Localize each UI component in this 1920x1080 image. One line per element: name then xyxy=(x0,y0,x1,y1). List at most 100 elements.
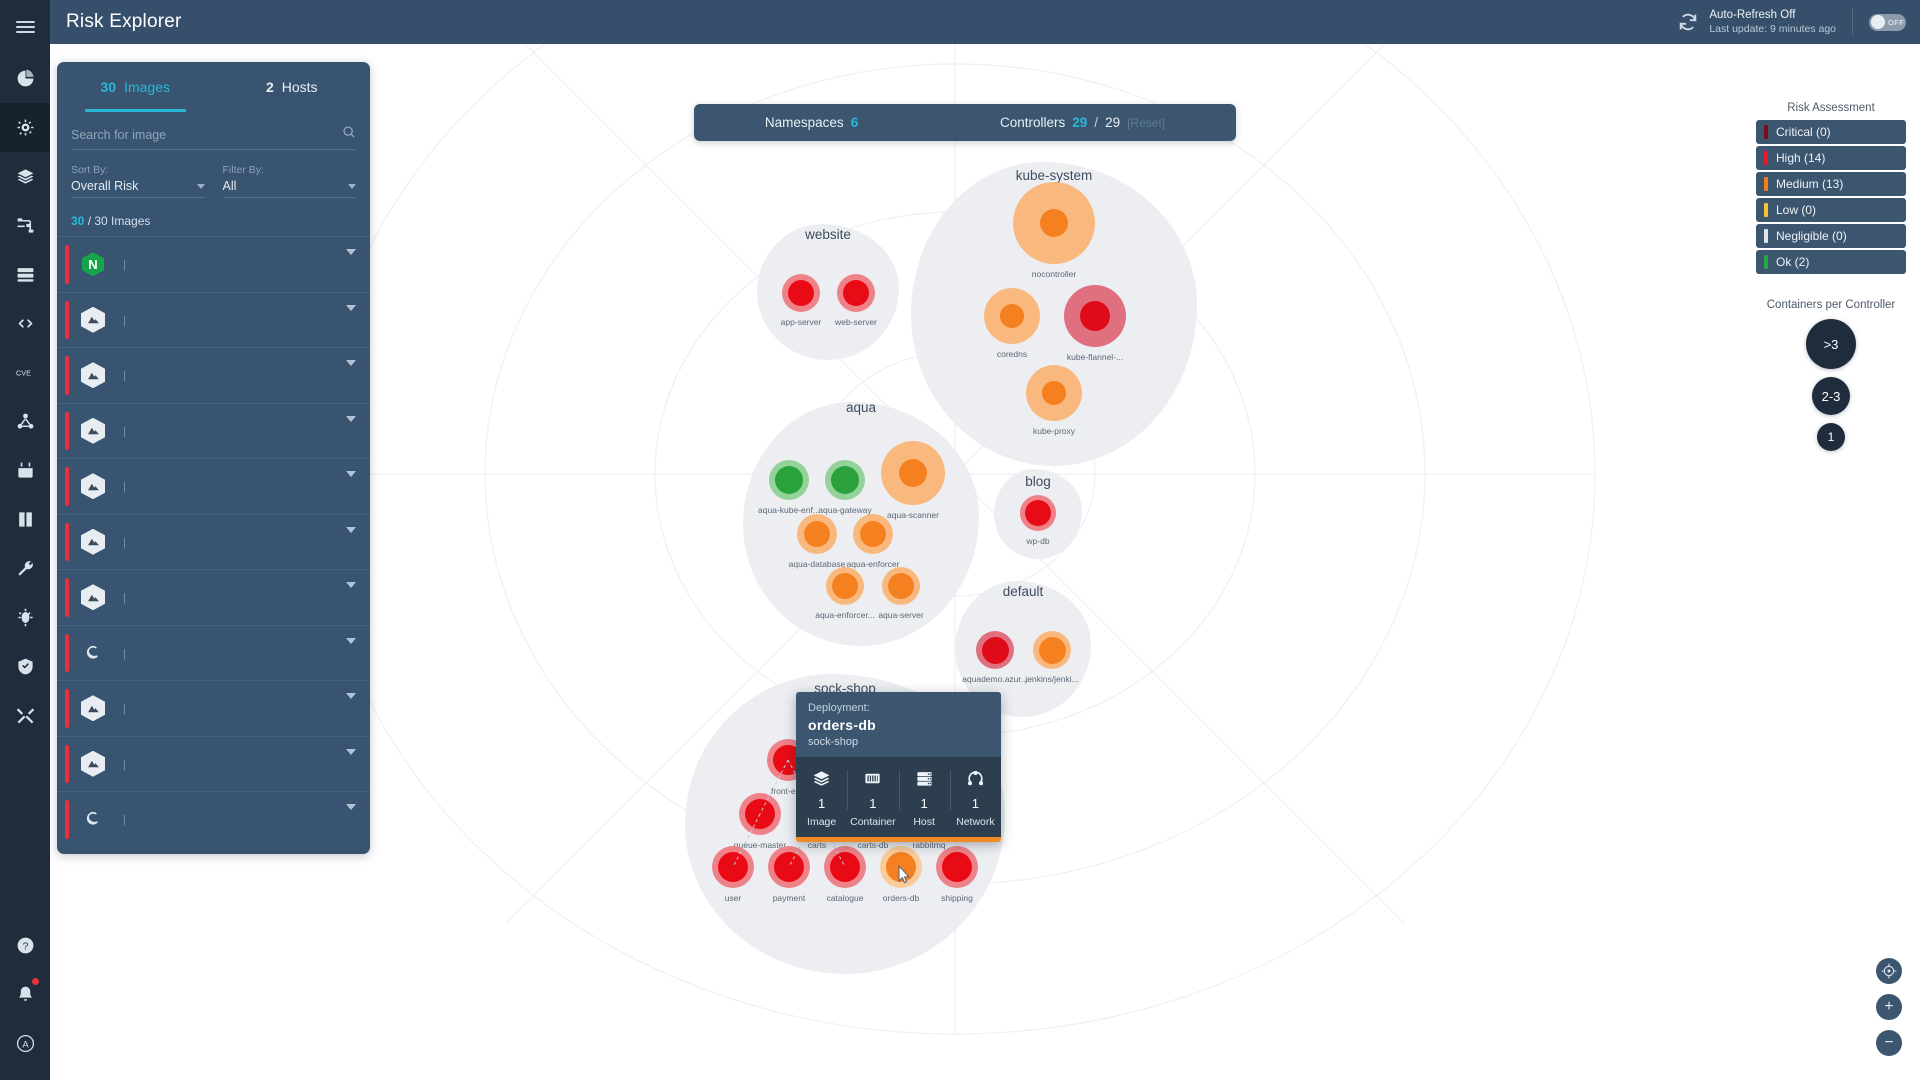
controller-node[interactable] xyxy=(826,567,864,605)
bacteria-icon[interactable] xyxy=(0,593,50,642)
tab-images[interactable]: 30 Images xyxy=(57,62,214,112)
shield-icon[interactable] xyxy=(0,642,50,691)
controller-node[interactable] xyxy=(825,460,865,500)
calendar-icon[interactable] xyxy=(0,446,50,495)
image-list-item[interactable]: | xyxy=(57,791,370,847)
controller-node-label: nocontroller xyxy=(1031,269,1077,279)
node-outer-ring xyxy=(769,460,809,500)
chevron-down-icon xyxy=(346,693,356,717)
search-icon[interactable] xyxy=(342,125,356,144)
search-input[interactable] xyxy=(71,127,342,142)
expand-row-button[interactable] xyxy=(346,415,356,440)
controller-node[interactable] xyxy=(881,441,945,505)
node-outer-ring xyxy=(1026,365,1082,421)
help-circle-icon[interactable]: ? xyxy=(0,921,50,970)
image-list-item[interactable]: | xyxy=(57,569,370,625)
pie-chart-icon[interactable] xyxy=(0,54,50,103)
image-meta: | xyxy=(117,814,132,826)
expand-row-button[interactable] xyxy=(346,360,356,384)
controller-node[interactable] xyxy=(882,567,920,605)
wrench-icon[interactable] xyxy=(0,544,50,593)
node-core xyxy=(1040,209,1068,237)
bucket-more-than-3[interactable]: >3 xyxy=(1806,319,1856,369)
filter-by-select[interactable]: All xyxy=(222,179,356,198)
network-nodes-icon[interactable] xyxy=(0,397,50,446)
reset-link[interactable]: [Reset] xyxy=(1127,116,1165,130)
image-list-item[interactable]: | xyxy=(57,680,370,736)
zoom-in-button[interactable]: + xyxy=(1876,994,1902,1020)
expand-row-button[interactable] xyxy=(346,748,356,773)
image-type-icon xyxy=(79,528,107,556)
risk-row-low[interactable]: Low (0) xyxy=(1756,198,1906,222)
expand-row-button[interactable] xyxy=(346,526,356,551)
risk-row-medium[interactable]: Medium (13) xyxy=(1756,172,1906,196)
hamburger-menu-icon[interactable] xyxy=(0,0,50,54)
image-meta: | xyxy=(117,370,132,382)
controller-node[interactable] xyxy=(769,460,809,500)
expand-row-button[interactable] xyxy=(346,804,356,828)
controller-node[interactable] xyxy=(976,631,1014,669)
image-list-item[interactable]: | xyxy=(57,624,370,681)
tooltip-accent-bar xyxy=(796,837,1001,842)
controller-node[interactable] xyxy=(1013,182,1095,264)
image-list-item[interactable]: | xyxy=(57,402,370,459)
server-icon[interactable] xyxy=(0,250,50,299)
sort-by-select[interactable]: Overall Risk xyxy=(71,179,205,198)
namespace-label: default xyxy=(1002,584,1044,599)
bucket-2-to-3[interactable]: 2-3 xyxy=(1812,377,1850,415)
expand-row-button[interactable] xyxy=(346,249,356,273)
expand-row-button[interactable] xyxy=(346,582,356,606)
zoom-out-button[interactable]: − xyxy=(1876,1030,1902,1056)
containers-per-controller-legend: Containers per Controller >3 2-3 1 xyxy=(1756,299,1906,459)
risk-row-high[interactable]: High (14) xyxy=(1756,146,1906,170)
image-list-item[interactable]: | xyxy=(57,458,370,514)
search-row xyxy=(71,120,356,150)
controller-node[interactable] xyxy=(782,274,820,312)
svg-text:?: ? xyxy=(22,941,28,952)
image-list-item[interactable]: | xyxy=(57,291,370,348)
image-list-item[interactable]: | xyxy=(57,735,370,792)
controller-node[interactable] xyxy=(1064,285,1126,347)
controller-node[interactable] xyxy=(984,288,1040,344)
image-list-item[interactable]: | xyxy=(57,513,370,570)
controller-node[interactable] xyxy=(853,514,893,554)
controller-node[interactable] xyxy=(797,514,837,554)
debian-icon xyxy=(80,806,106,832)
recenter-target-icon[interactable] xyxy=(1876,958,1902,984)
alert-bell-icon[interactable] xyxy=(0,970,50,1019)
risk-row-label: High (14) xyxy=(1776,151,1826,165)
image-list-item[interactable]: N | xyxy=(57,236,370,292)
layers-icon[interactable] xyxy=(0,152,50,201)
auto-refresh-toggle[interactable]: OFF xyxy=(1869,13,1906,31)
image-list-item[interactable]: | xyxy=(57,347,370,403)
controllers-label: Controllers xyxy=(999,115,1066,130)
tab-hosts[interactable]: 2 Hosts xyxy=(214,62,371,112)
bucket-1[interactable]: 1 xyxy=(1817,423,1845,451)
expand-row-button[interactable] xyxy=(346,304,356,329)
refresh-icon[interactable] xyxy=(1677,11,1699,33)
risk-row-ok[interactable]: Ok (2) xyxy=(1756,250,1906,274)
workflow-icon[interactable] xyxy=(0,201,50,250)
left-icon-rail: CVE ? A xyxy=(0,0,50,1080)
namespaces-filter[interactable]: Namespaces 6 xyxy=(765,115,858,130)
controller-node[interactable] xyxy=(1020,495,1056,531)
tools-icon[interactable] xyxy=(0,691,50,740)
namespace-blob[interactable] xyxy=(757,224,899,360)
expand-row-button[interactable] xyxy=(346,471,356,495)
book-icon[interactable] xyxy=(0,495,50,544)
controllers-filter[interactable]: Controllers 29 / 29 [Reset] xyxy=(1000,115,1165,130)
expand-row-button[interactable] xyxy=(346,637,356,662)
controller-node[interactable] xyxy=(1026,365,1082,421)
code-icon[interactable] xyxy=(0,299,50,348)
account-circle-icon[interactable]: A xyxy=(0,1019,50,1068)
controller-node[interactable] xyxy=(1033,631,1071,669)
bug-shield-icon[interactable] xyxy=(0,103,50,152)
controller-node-label: aqua-server xyxy=(878,610,924,620)
risk-row-critical[interactable]: Critical (0) xyxy=(1756,120,1906,144)
chevron-down-icon xyxy=(346,637,356,661)
image-list[interactable]: N | | | | | | | | | | | xyxy=(57,236,370,854)
expand-row-button[interactable] xyxy=(346,693,356,717)
risk-row-negligible[interactable]: Negligible (0) xyxy=(1756,224,1906,248)
cve-icon[interactable]: CVE xyxy=(0,348,50,397)
controller-node[interactable] xyxy=(837,274,875,312)
